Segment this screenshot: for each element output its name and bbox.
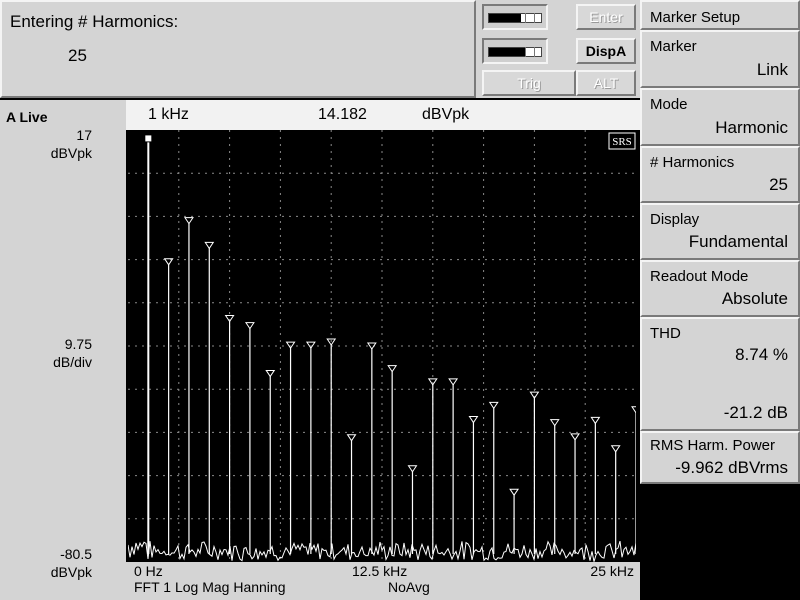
controls-cluster: Enter DispA Trig ALT	[476, 0, 640, 98]
x-axis-mid: 12.5 kHz	[352, 563, 408, 579]
input-level-meter-2	[482, 38, 548, 64]
thd-label: THD	[650, 325, 681, 342]
harmonics-softkey[interactable]: # Harmonics 25	[640, 146, 800, 203]
rms-harmonic-power-readout: RMS Harm. Power -9.962 dBVrms	[640, 431, 800, 484]
srs-logo: SRS	[608, 132, 636, 150]
harmonic-marker-13[interactable]	[387, 365, 398, 373]
harmonic-marker-7[interactable]	[265, 369, 276, 378]
harmonic-marker-15[interactable]	[427, 378, 438, 386]
menu-title-text: Marker Setup	[650, 9, 741, 26]
harmonics-value: 25	[769, 175, 788, 194]
rms-label: RMS Harm. Power	[650, 437, 776, 454]
scale-top-value: 17	[76, 127, 92, 143]
measurement-description: FFT 1 Log Mag Hanning	[134, 579, 286, 595]
scale-bottom-value: -80.5	[60, 546, 92, 562]
scale-column: A Live 17 dBVpk 9.75 dB/div -80.5 dBVpk	[0, 100, 126, 600]
rms-value: -9.962 dBVrms	[675, 458, 788, 477]
harmonic-marker-4[interactable]	[204, 241, 215, 250]
harmonic-marker-20[interactable]	[529, 391, 540, 400]
scale-bottom-unit: dBVpk	[50, 564, 92, 580]
harmonic-marker-24[interactable]	[610, 445, 621, 453]
scale-top-unit: dBVpk	[50, 145, 92, 161]
thd-readout: THD 8.74 % -21.2 dB	[640, 317, 800, 431]
harmonic-marker-14[interactable]	[407, 465, 418, 473]
meter-1-fill	[489, 14, 522, 22]
harmonic-marker-19[interactable]	[509, 488, 520, 497]
input-level-meter-1	[482, 4, 548, 30]
alt-button[interactable]: ALT	[576, 70, 636, 96]
srs-logo-text: SRS	[612, 136, 632, 148]
marker-label: Marker	[650, 38, 697, 55]
harmonic-marker-21[interactable]	[549, 419, 560, 427]
harmonic-marker-11[interactable]	[346, 434, 357, 442]
scale-per-div-unit: dB/div	[53, 354, 92, 370]
live-indicator: A Live	[6, 109, 48, 125]
marker-frequency: 1 kHz	[148, 106, 189, 123]
display-label: Display	[650, 211, 700, 228]
harmonic-marker-10[interactable]	[326, 338, 337, 346]
mode-softkey[interactable]: Mode Harmonic	[640, 88, 800, 146]
plot-footer: 0 Hz 12.5 kHz 25 kHz FFT 1 Log Mag Hanni…	[126, 562, 640, 600]
readout-mode-softkey[interactable]: Readout Mode Absolute	[640, 260, 800, 317]
harmonics-label: # Harmonics	[650, 154, 735, 171]
x-axis-end: 25 kHz	[590, 563, 634, 579]
harmonic-marker-23[interactable]	[590, 416, 601, 425]
harmonic-marker-2[interactable]	[163, 258, 174, 266]
fundamental-marker[interactable]	[145, 135, 152, 142]
disp-a-button[interactable]: DispA	[576, 38, 636, 64]
spectrum-plot[interactable]: SRS	[127, 130, 641, 562]
marker-softkey[interactable]: Marker Link	[640, 30, 800, 88]
readout-mode-value: Absolute	[721, 289, 788, 308]
marker-value: Link	[756, 60, 788, 79]
harmonic-marker-17[interactable]	[468, 416, 479, 424]
mode-value: Harmonic	[715, 118, 788, 137]
blank-area	[640, 484, 800, 600]
harmonic-marker-5[interactable]	[224, 315, 235, 323]
menu-title: Marker Setup	[640, 0, 800, 30]
harmonic-marker-22[interactable]	[570, 433, 580, 441]
harmonic-marker-25[interactable]	[631, 406, 641, 414]
readout-mode-label: Readout Mode	[650, 268, 749, 285]
harmonic-marker-6[interactable]	[244, 322, 255, 330]
marker-amplitude: 14.182	[318, 106, 367, 123]
averaging-status: NoAvg	[388, 579, 430, 595]
marker-unit: dBVpk	[422, 106, 470, 123]
harmonic-marker-9[interactable]	[305, 341, 316, 350]
harmonic-marker-16[interactable]	[448, 378, 459, 386]
entry-value[interactable]: 25	[68, 46, 87, 66]
thd-percent: 8.74 %	[735, 345, 788, 364]
entry-panel: Entering # Harmonics: 25	[0, 0, 476, 98]
display-softkey[interactable]: Display Fundamental	[640, 203, 800, 260]
thd-db: -21.2 dB	[723, 403, 788, 422]
trig-button[interactable]: Trig	[482, 70, 576, 96]
scale-per-div-value: 9.75	[64, 336, 92, 352]
marker-readout-bar: 1 kHz 14.182 dBVpk	[126, 100, 640, 130]
harmonic-marker-8[interactable]	[285, 341, 296, 350]
mode-label: Mode	[650, 96, 688, 113]
spectrum-chart: SRS	[127, 130, 641, 562]
harmonic-marker-3[interactable]	[184, 217, 194, 225]
enter-button[interactable]: Enter	[576, 4, 636, 30]
x-axis-start: 0 Hz	[134, 563, 163, 579]
display-value: Fundamental	[688, 232, 788, 251]
entry-title: Entering # Harmonics:	[10, 12, 179, 31]
harmonic-marker-18[interactable]	[488, 401, 499, 410]
meter-2-fill	[489, 48, 526, 56]
